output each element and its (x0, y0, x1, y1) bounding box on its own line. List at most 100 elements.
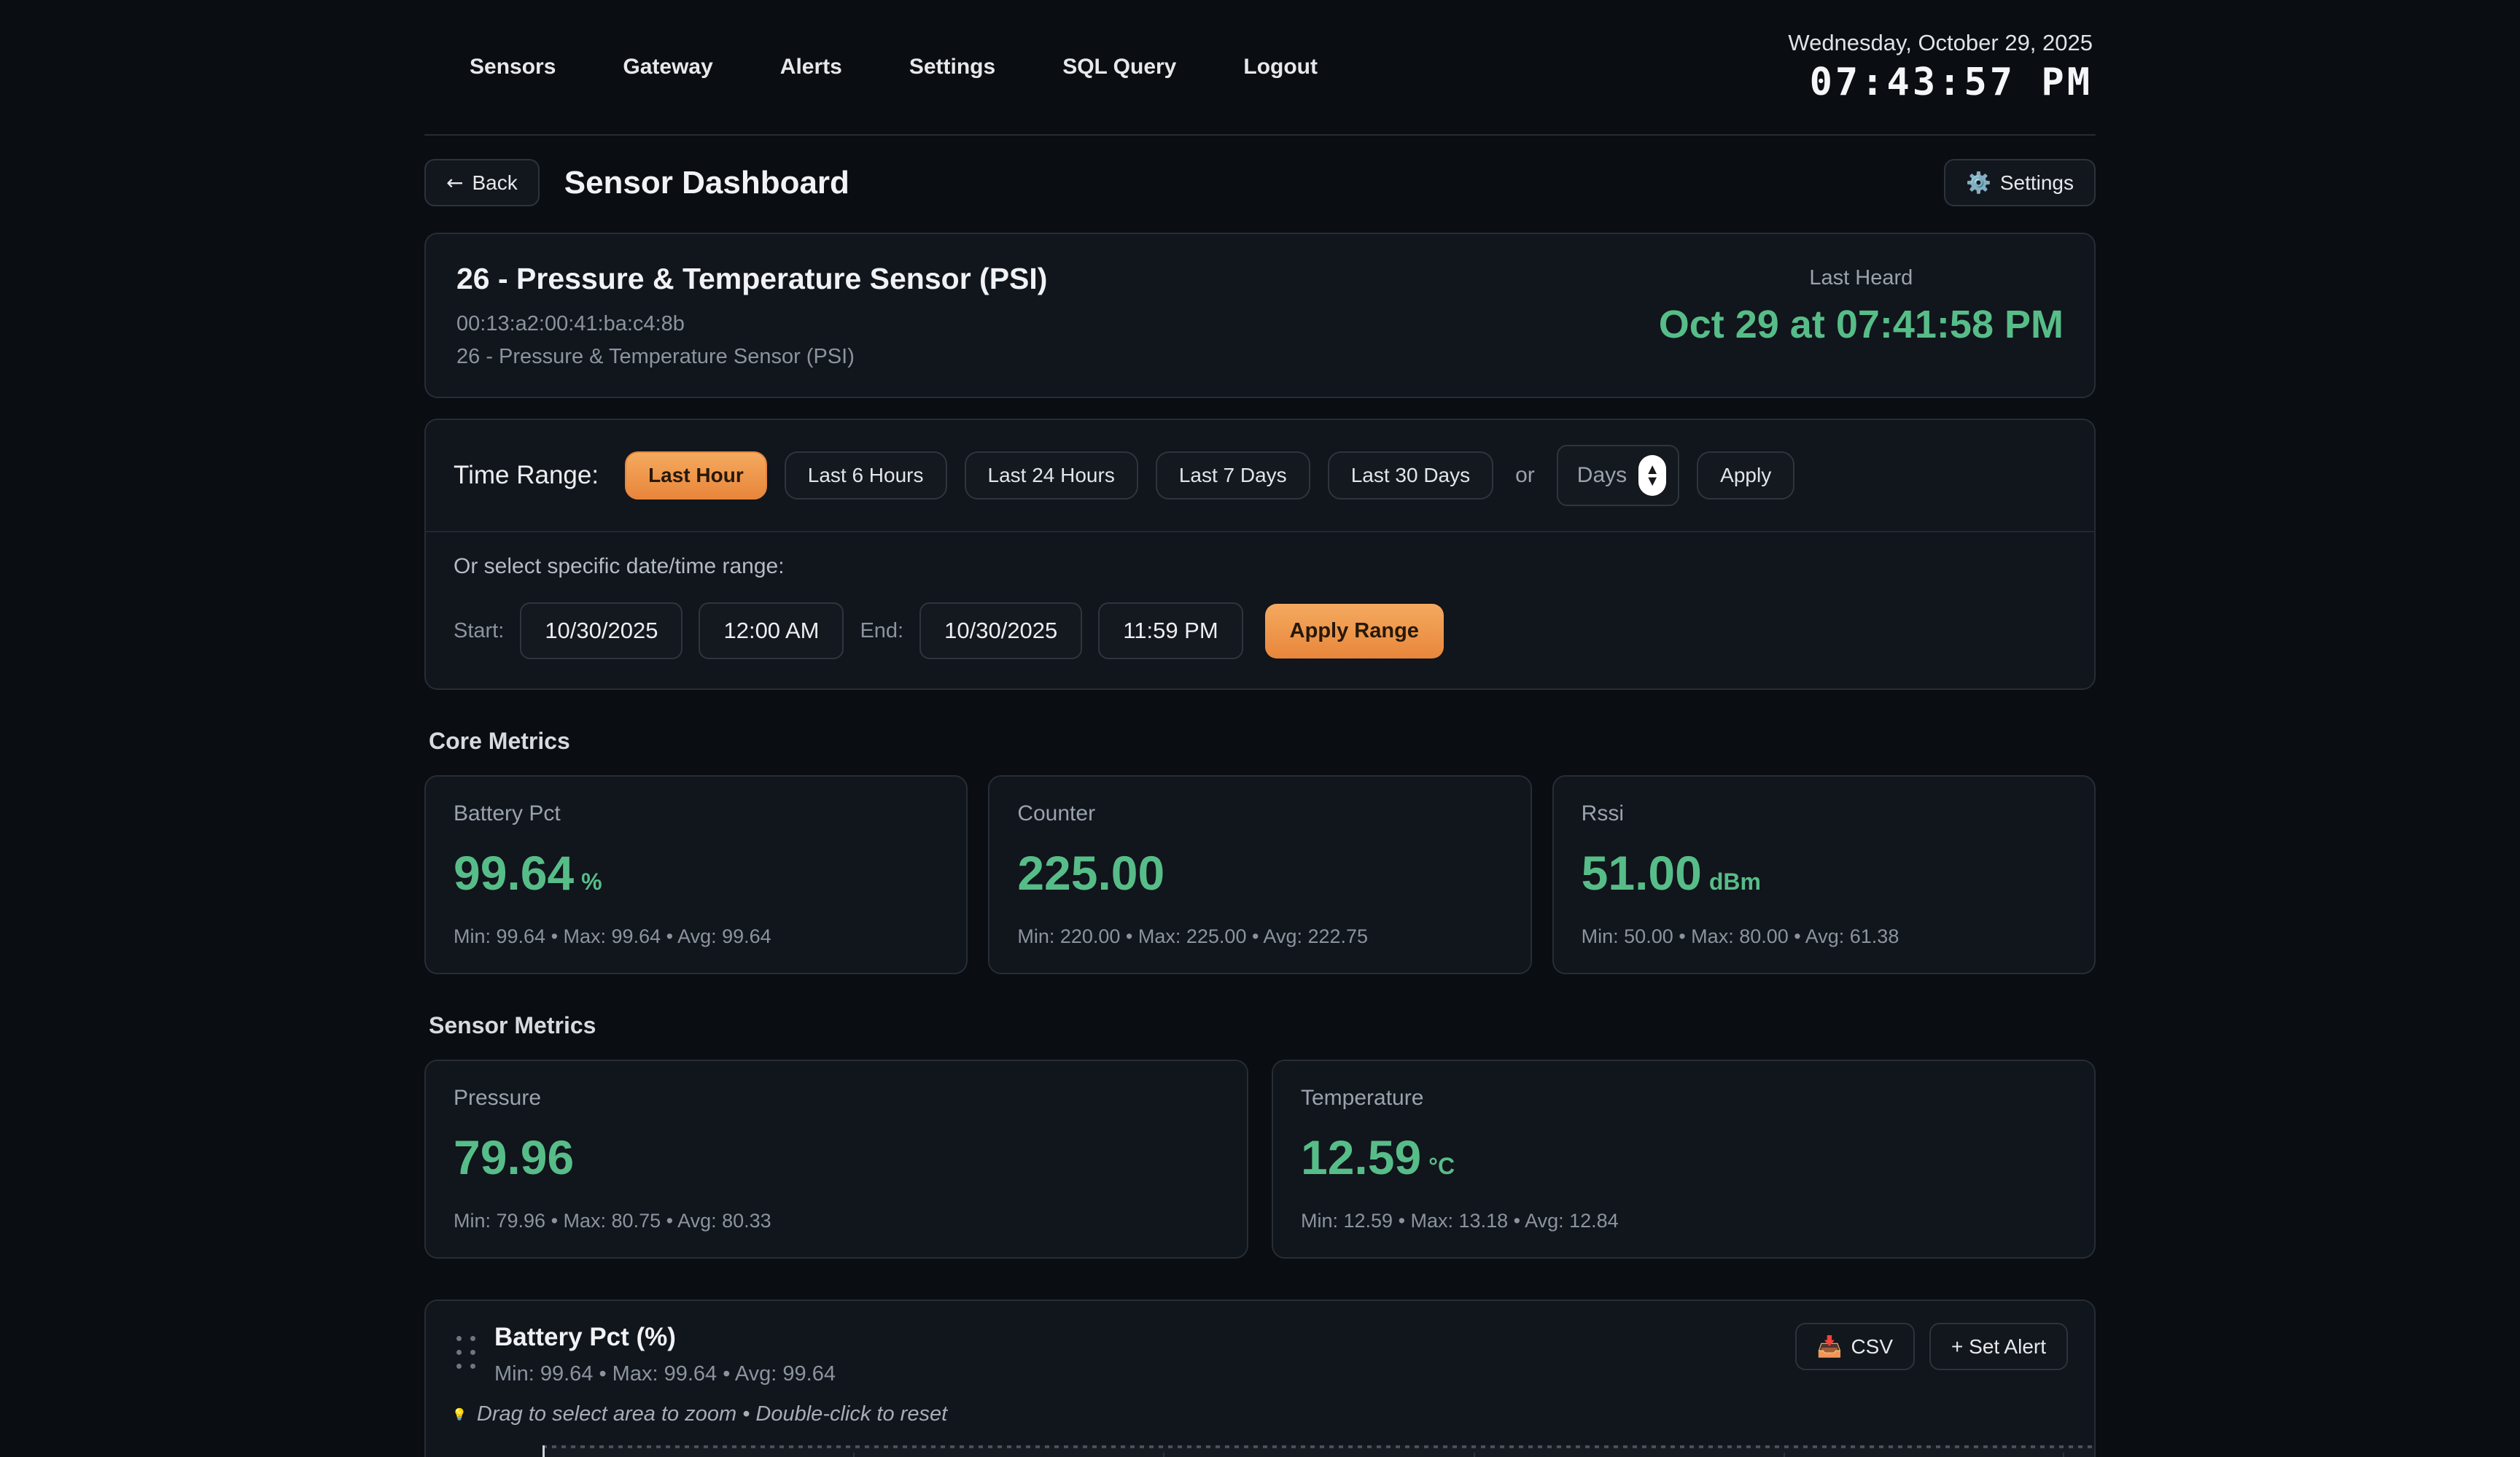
metric-card-pressure: Pressure 79.96 Min: 79.96 • Max: 80.75 •… (424, 1060, 1248, 1259)
metric-number: 51.00 (1582, 846, 1702, 900)
vertical-gridline (2063, 1453, 2064, 1457)
sensor-metrics-grid: Pressure 79.96 Min: 79.96 • Max: 80.75 •… (424, 1060, 2096, 1259)
metric-stats: Min: 50.00 • Max: 80.00 • Avg: 61.38 (1582, 925, 2066, 948)
metric-number: 99.64 (454, 846, 574, 900)
top-bar: Sensors Gateway Alerts Settings SQL Quer… (424, 0, 2096, 136)
nav-logout[interactable]: Logout (1243, 55, 1318, 79)
clock: Wednesday, October 29, 2025 07:43:57 PM (1788, 30, 2093, 104)
metric-value: 79.96 (454, 1130, 1219, 1185)
drag-handle-icon[interactable] (456, 1336, 475, 1369)
chart-stats: Min: 99.64 • Max: 99.64 • Avg: 99.64 (494, 1362, 1795, 1386)
end-label: End: (860, 619, 903, 643)
back-arrow-icon: ← (446, 171, 463, 195)
sensor-subtitle: 26 - Pressure & Temperature Sensor (PSI) (456, 345, 1659, 369)
metric-card-counter: Counter 225.00 Min: 220.00 • Max: 225.00… (988, 775, 1531, 974)
chart-title: Battery Pct (%) (494, 1323, 1795, 1352)
preset-last-6-hours[interactable]: Last 6 Hours (785, 451, 947, 500)
nav-gateway[interactable]: Gateway (623, 55, 712, 79)
chart-header: Battery Pct (%) Min: 99.64 • Max: 99.64 … (426, 1323, 2094, 1386)
vertical-gridline (853, 1453, 855, 1457)
vertical-gridline (1784, 1453, 1785, 1457)
last-heard-block: Last Heard Oct 29 at 07:41:58 PM (1659, 266, 2064, 347)
start-date-input[interactable]: 10/30/2025 (520, 602, 682, 659)
sensor-metrics-heading: Sensor Metrics (429, 1012, 2096, 1039)
core-metrics-grid: Battery Pct 99.64% Min: 99.64 • Max: 99.… (424, 775, 2096, 974)
specific-range-label: Or select specific date/time range: (454, 554, 2066, 579)
metric-label: Rssi (1582, 801, 2066, 826)
last-heard-label: Last Heard (1659, 266, 2064, 290)
preset-last-24-hours[interactable]: Last 24 Hours (965, 451, 1138, 500)
sensor-info-left: 26 - Pressure & Temperature Sensor (PSI)… (456, 262, 1659, 369)
nav-sensors[interactable]: Sensors (470, 55, 556, 79)
set-alert-label: + Set Alert (1951, 1335, 2046, 1359)
apply-button[interactable]: Apply (1697, 451, 1794, 500)
datetime-inputs-row: Start: 10/30/2025 12:00 AM End: 10/30/20… (454, 602, 2066, 659)
sensor-info-card: 26 - Pressure & Temperature Sensor (PSI)… (424, 233, 2096, 398)
main-container: Sensors Gateway Alerts Settings SQL Quer… (424, 0, 2096, 1457)
main-nav: Sensors Gateway Alerts Settings SQL Quer… (427, 55, 1318, 79)
metric-label: Pressure (454, 1086, 1219, 1111)
nav-sql-query[interactable]: SQL Query (1062, 55, 1176, 79)
clock-time: 07:43:57 PM (1788, 61, 2093, 104)
custom-range-select-value: Days (1577, 463, 1627, 488)
end-time-input[interactable]: 11:59 PM (1098, 602, 1242, 659)
metric-unit: dBm (1709, 869, 1761, 895)
sensor-mac-address: 00:13:a2:00:41:ba:c4:8b (456, 312, 1659, 336)
metric-label: Temperature (1301, 1086, 2066, 1111)
start-time-input[interactable]: 12:00 AM (699, 602, 844, 659)
nav-settings[interactable]: Settings (909, 55, 995, 79)
preset-last-hour[interactable]: Last Hour (625, 451, 767, 500)
metric-stats: Min: 79.96 • Max: 80.75 • Avg: 80.33 (454, 1210, 1219, 1232)
chart-hint-text: Drag to select area to zoom • Double-cli… (477, 1402, 947, 1426)
settings-button-label: Settings (2000, 171, 2074, 195)
settings-button[interactable]: ⚙️ Settings (1944, 159, 2096, 206)
metric-card-rssi: Rssi 51.00 dBm Min: 50.00 • Max: 80.00 • … (1552, 775, 2096, 974)
core-metrics-heading: Core Metrics (429, 728, 2096, 755)
metric-stats: Min: 12.59 • Max: 13.18 • Avg: 12.84 (1301, 1210, 2066, 1232)
lightbulb-icon: 💡 (452, 1407, 467, 1421)
chart-plot-area[interactable] (542, 1445, 2094, 1457)
sensor-title: 26 - Pressure & Temperature Sensor (PSI) (456, 262, 1659, 296)
select-spinner-icon: ▲▼ (1638, 455, 1666, 496)
chart-actions: 📥 CSV + Set Alert (1795, 1323, 2068, 1370)
chart-hint: 💡 Drag to select area to zoom • Double-c… (426, 1402, 2094, 1426)
gear-icon: ⚙️ (1966, 171, 1991, 195)
csv-button-label: CSV (1851, 1335, 1893, 1359)
start-label: Start: (454, 619, 504, 643)
metric-number: 79.96 (454, 1130, 574, 1184)
vertical-gridline (1474, 1453, 1475, 1457)
metric-value: 51.00 dBm (1582, 845, 2066, 901)
metric-stats: Min: 99.64 • Max: 99.64 • Avg: 99.64 (454, 925, 938, 948)
nav-alerts[interactable]: Alerts (780, 55, 842, 79)
metric-label: Counter (1017, 801, 1502, 826)
preset-last-30-days[interactable]: Last 30 Days (1328, 451, 1493, 500)
or-label: or (1515, 463, 1535, 488)
time-range-card: Time Range: Last Hour Last 6 Hours Last … (424, 419, 2096, 690)
chart-title-block: Battery Pct (%) Min: 99.64 • Max: 99.64 … (494, 1323, 1795, 1386)
set-alert-button[interactable]: + Set Alert (1929, 1323, 2068, 1370)
y-axis-gutter: 99.64 (426, 1445, 542, 1457)
preset-last-7-days[interactable]: Last 7 Days (1156, 451, 1310, 500)
metric-value: 225.00 (1017, 845, 1502, 901)
last-heard-value: Oct 29 at 07:41:58 PM (1659, 302, 2064, 347)
metric-unit: % (581, 869, 602, 895)
back-button-label: Back (472, 171, 517, 195)
metric-label: Battery Pct (454, 801, 938, 826)
csv-export-button[interactable]: 📥 CSV (1795, 1323, 1915, 1370)
metric-unit: °C (1428, 1153, 1455, 1179)
end-date-input[interactable]: 10/30/2025 (919, 602, 1082, 659)
back-button[interactable]: ← Back (424, 159, 540, 206)
metric-card-temperature: Temperature 12.59°C Min: 12.59 • Max: 13… (1272, 1060, 2096, 1259)
plot-top-border (542, 1445, 2094, 1448)
battery-pct-chart-card: Battery Pct (%) Min: 99.64 • Max: 99.64 … (424, 1299, 2096, 1457)
metric-number: 225.00 (1017, 846, 1164, 900)
custom-range-select[interactable]: Days ▲▼ (1557, 445, 1679, 506)
time-range-presets-row: Time Range: Last Hour Last 6 Hours Last … (426, 420, 2094, 532)
chart-plot-row: 99.64 (426, 1445, 2094, 1457)
apply-range-button[interactable]: Apply Range (1265, 604, 1444, 658)
metric-stats: Min: 220.00 • Max: 225.00 • Avg: 222.75 (1017, 925, 1502, 948)
page-title: Sensor Dashboard (564, 165, 849, 201)
inbox-tray-icon: 📥 (1817, 1334, 1843, 1359)
time-range-label: Time Range: (454, 461, 599, 490)
metric-card-battery-pct: Battery Pct 99.64% Min: 99.64 • Max: 99.… (424, 775, 968, 974)
